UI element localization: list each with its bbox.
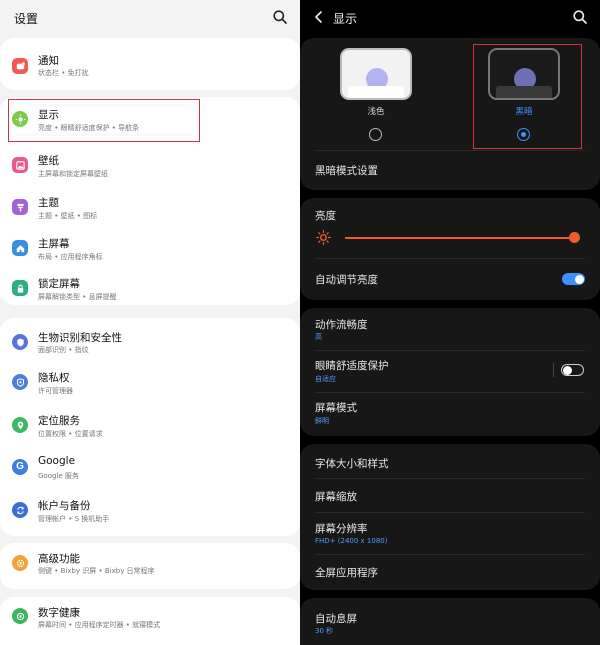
item-subtitle: 主屏幕和锁定屏幕壁纸	[38, 170, 108, 178]
light-theme-preview	[340, 48, 412, 100]
location-pin-icon	[12, 417, 28, 433]
settings-item-advanced-features[interactable]: 高级功能 侧键 • Bixby 识屏 • Bixby 日常程序	[0, 543, 300, 595]
screen-mode-row[interactable]: 屏幕模式 鲜明	[300, 392, 600, 436]
adaptive-brightness-toggle[interactable]	[562, 273, 585, 285]
settings-item-lock-screen[interactable]: 锁定屏幕 屏幕解锁类型 • 息屏提醒	[0, 272, 300, 324]
display-header: 显示	[300, 0, 600, 36]
item-subtitle: 主题 • 壁纸 • 图标	[38, 212, 98, 220]
motion-smoothness-value: 高	[315, 333, 322, 341]
eye-comfort-label: 眼睛舒适度保护	[315, 360, 389, 372]
divider	[553, 363, 554, 377]
screen-timeout-value: 30 秒	[315, 627, 334, 635]
eye-comfort-toggle[interactable]	[561, 364, 584, 376]
item-subtitle: 侧键 • Bixby 识屏 • Bixby 日常程序	[38, 567, 155, 575]
google-icon: G	[12, 459, 28, 475]
settings-group-wellbeing: 数字健康 屏幕时间 • 应用程序定时器 • 就寝模式	[0, 597, 300, 645]
item-title: 通知	[38, 55, 59, 67]
preview-bar	[348, 86, 404, 98]
resolution-value: FHD+ (2400 x 1080)	[315, 537, 388, 545]
item-subtitle: 面部识别 • 指纹	[38, 346, 89, 354]
motion-smoothness-label: 动作流畅度	[315, 319, 368, 331]
resolution-label: 屏幕分辨率	[315, 523, 368, 535]
item-title: 壁纸	[38, 155, 59, 167]
item-title: 定位服务	[38, 415, 80, 427]
eye-comfort-value: 自适应	[315, 375, 336, 383]
settings-group-advanced: 高级功能 侧键 • Bixby 识屏 • Bixby 日常程序	[0, 543, 300, 589]
screen-layout-card: 字体大小和样式 屏幕缩放 屏幕分辨率 FHD+ (2400 x 1080) 全屏…	[300, 444, 600, 590]
screen-timeout-label: 自动息屏	[315, 613, 357, 625]
item-subtitle: 管理帐户 • S 换机助手	[38, 515, 110, 523]
display-panel: 显示 黑暗模式设置 浅色 黑暗 亮度 自动调节亮度 动作流畅度 高 眼睛舒适度保…	[300, 0, 600, 645]
shield-icon	[12, 334, 28, 350]
full-screen-apps-label: 全屏应用程序	[315, 567, 378, 579]
screen-mode-label: 屏幕模式	[315, 402, 357, 414]
item-title: 主题	[38, 197, 59, 209]
settings-item-accounts-backup[interactable]: 帐户与备份 管理帐户 • S 换机助手	[0, 492, 300, 544]
item-title: 主屏幕	[38, 238, 70, 250]
highlight-box-dark-theme	[473, 44, 582, 149]
item-subtitle: 许可管理器	[38, 387, 73, 395]
settings-item-notifications[interactable]: 通知 状态栏 • 免打扰	[0, 38, 300, 90]
theme-brush-icon	[12, 199, 28, 215]
font-size-row[interactable]: 字体大小和样式	[300, 444, 600, 478]
wallpaper-icon	[12, 157, 28, 173]
screen-timeout-row[interactable]: 自动息屏 30 秒	[300, 598, 600, 645]
motion-smoothness-row[interactable]: 动作流畅度 高	[300, 308, 600, 350]
screen-mode-value: 鲜明	[315, 417, 329, 425]
highlight-box-display	[8, 99, 200, 142]
bell-icon	[12, 58, 28, 74]
privacy-shield-icon	[12, 374, 28, 390]
screen-zoom-label: 屏幕缩放	[315, 491, 357, 503]
item-title: 生物识别和安全性	[38, 332, 122, 344]
adaptive-brightness-row[interactable]: 自动调节亮度	[300, 258, 600, 300]
light-theme-label: 浅色	[367, 107, 385, 117]
page-title: 设置	[14, 12, 39, 26]
resolution-row[interactable]: 屏幕分辨率 FHD+ (2400 x 1080)	[300, 512, 600, 554]
item-subtitle: 屏幕时间 • 应用程序定时器 • 就寝模式	[38, 621, 161, 629]
item-subtitle: 状态栏 • 免打扰	[38, 69, 89, 77]
back-arrow-icon[interactable]	[312, 10, 326, 24]
full-screen-apps-row[interactable]: 全屏应用程序	[300, 554, 600, 590]
item-title: 高级功能	[38, 553, 80, 565]
search-icon[interactable]	[572, 9, 588, 25]
item-title: 锁定屏幕	[38, 278, 80, 290]
item-title: 隐私权	[38, 372, 70, 384]
search-icon[interactable]	[272, 9, 288, 25]
font-size-label: 字体大小和样式	[315, 458, 389, 470]
theme-option-light[interactable]: 浅色	[340, 48, 412, 142]
dark-mode-settings-label: 黑暗模式设置	[315, 165, 378, 177]
settings-panel: 设置 通知 状态栏 • 免打扰 显示 亮度 • 眼睛舒适度保护 • 导航条 壁纸…	[0, 0, 300, 645]
settings-group-notifications: 通知 状态栏 • 免打扰	[0, 38, 300, 90]
item-subtitle: 布局 • 应用程序角标	[38, 253, 103, 261]
settings-item-digital-wellbeing[interactable]: 数字健康 屏幕时间 • 应用程序定时器 • 就寝模式	[0, 597, 300, 645]
gear-plus-icon	[12, 555, 28, 571]
item-subtitle: 位置权限 • 位置请求	[38, 430, 103, 438]
settings-item-biometrics[interactable]: 生物识别和安全性 面部识别 • 指纹	[0, 318, 300, 370]
item-title: Google	[38, 455, 76, 467]
screen-timeout-card: 自动息屏 30 秒	[300, 598, 600, 645]
home-icon	[12, 240, 28, 256]
light-theme-radio[interactable]	[369, 128, 382, 141]
brightness-sun-icon	[316, 230, 331, 245]
screen-zoom-row[interactable]: 屏幕缩放	[300, 478, 600, 512]
dark-mode-settings-row[interactable]: 黑暗模式设置	[300, 150, 600, 190]
wellbeing-icon	[12, 608, 28, 624]
item-subtitle: Google 服务	[38, 472, 79, 480]
eye-comfort-row[interactable]: 眼睛舒适度保护 自适应	[300, 350, 600, 392]
brightness-slider-track[interactable]	[345, 237, 574, 239]
brightness-card: 亮度 自动调节亮度	[300, 198, 600, 300]
sync-icon	[12, 502, 28, 518]
item-subtitle: 屏幕解锁类型 • 息屏提醒	[38, 293, 117, 301]
adaptive-brightness-label: 自动调节亮度	[315, 274, 378, 286]
brightness-label: 亮度	[315, 210, 336, 222]
item-title: 帐户与备份	[38, 500, 91, 512]
item-title: 数字健康	[38, 607, 80, 619]
settings-header: 设置	[0, 0, 300, 36]
brightness-slider-thumb[interactable]	[569, 232, 580, 243]
page-title: 显示	[333, 12, 358, 26]
lock-icon	[12, 280, 28, 296]
display-quality-card: 动作流畅度 高 眼睛舒适度保护 自适应 屏幕模式 鲜明	[300, 308, 600, 436]
settings-group-security: 生物识别和安全性 面部识别 • 指纹 隐私权 许可管理器 定位服务 位置权限 •…	[0, 318, 300, 536]
